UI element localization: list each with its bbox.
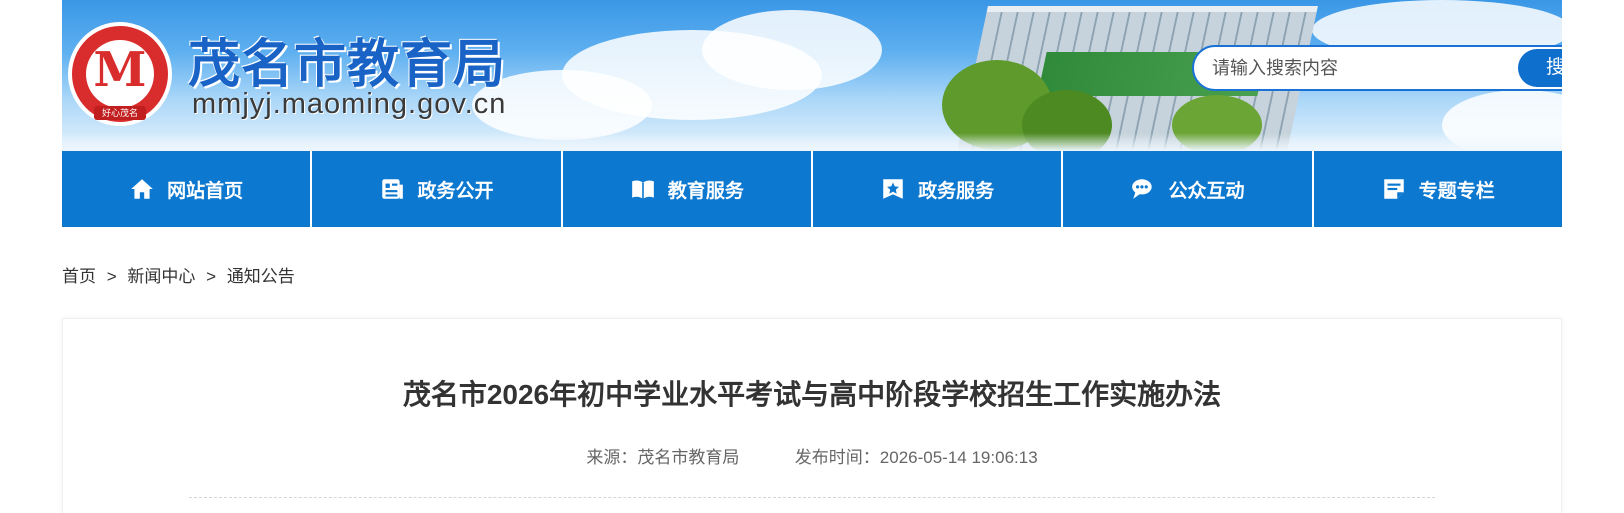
breadcrumb-separator: > [106, 267, 117, 286]
chat-icon [1132, 179, 1153, 199]
home-icon [131, 179, 153, 199]
nav-item-label: 教育服务 [667, 180, 744, 202]
nav-item-special-topics[interactable]: 专题专栏 [1314, 151, 1562, 227]
nav-item-public-interaction[interactable]: 公众互动 [1063, 151, 1314, 227]
article-panel: 茂名市2026年初中学业水平考试与高中阶段学校招生工作实施办法 来源：茂名市教育… [62, 318, 1562, 513]
nav-item-label: 网站首页 [167, 180, 244, 202]
header-banner: M 好心茂名 茂名市教育局 mmjyj.maoming.gov.cn 搜索 [62, 0, 1562, 151]
star-badge-icon [883, 179, 903, 199]
ground-fade [62, 133, 1562, 151]
main-nav: 网站首页 政务公开 教育服务 政务服务 公众互动 专题专栏 [62, 151, 1562, 227]
date-value: 2026-05-14 19:06:13 [879, 448, 1038, 467]
logo-ribbon: 好心茂名 [94, 106, 146, 120]
document-icon [382, 179, 404, 199]
search-button[interactable]: 搜索 [1518, 49, 1562, 87]
breadcrumb: 首页 > 新闻中心 > 通知公告 [62, 262, 295, 287]
nav-item-home[interactable]: 网站首页 [62, 151, 313, 227]
nav-item-education-services[interactable]: 教育服务 [563, 151, 813, 227]
nav-item-label: 政务公开 [417, 180, 494, 202]
nav-item-government-services[interactable]: 政务服务 [813, 151, 1064, 227]
note-icon [1384, 179, 1404, 199]
cloud-decoration [702, 10, 882, 90]
book-icon [631, 180, 654, 199]
breadcrumb-link-news-center[interactable]: 新闻中心 [127, 267, 195, 286]
breadcrumb-separator: > [206, 267, 217, 286]
article-title: 茂名市2026年初中学业水平考试与高中阶段学校招生工作实施办法 [402, 379, 1222, 410]
nav-item-label: 公众互动 [1168, 180, 1245, 202]
search-box: 搜索 [1192, 45, 1562, 91]
nav-item-government-affairs[interactable]: 政务公开 [312, 151, 563, 227]
article-divider [189, 497, 1435, 498]
nav-item-label: 专题专栏 [1418, 180, 1495, 202]
date-label: 发布时间： [794, 448, 880, 467]
breadcrumb-link-notices[interactable]: 通知公告 [227, 267, 295, 286]
breadcrumb-link-home[interactable]: 首页 [62, 267, 96, 286]
nav-item-label: 政务服务 [918, 180, 995, 202]
source-label: 来源： [586, 448, 638, 467]
maoming-logo-icon[interactable]: M 好心茂名 [68, 22, 172, 126]
article-meta: 来源：茂名市教育局 发布时间：2026-05-14 19:06:13 [63, 443, 1561, 468]
site-domain: mmjyj.maoming.gov.cn [192, 88, 507, 120]
logo-mark: M [93, 42, 147, 98]
logo-center: M [86, 40, 154, 108]
source-value: 茂名市教育局 [637, 448, 740, 467]
search-input[interactable] [1212, 47, 1512, 89]
site-title[interactable]: 茂名市教育局 [188, 22, 506, 97]
